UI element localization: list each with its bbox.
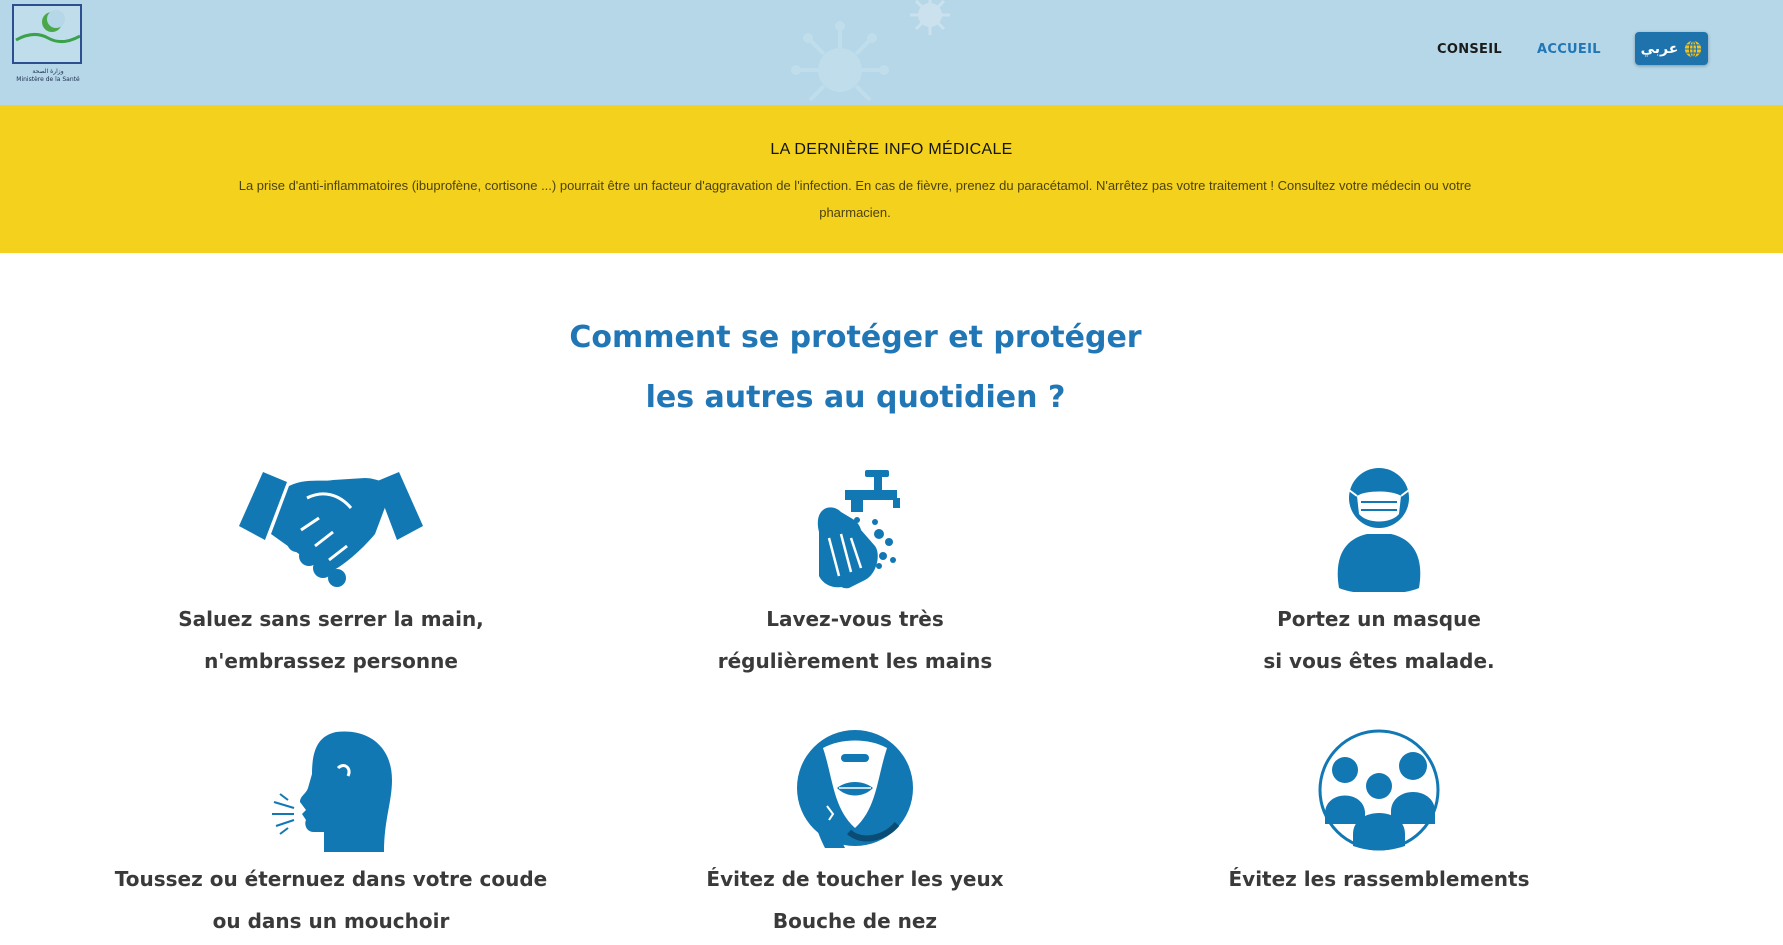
medical-info-banner: LA DERNIÈRE INFO MÉDICALE La prise d'ant…: [0, 105, 1783, 253]
tip-label-line1: Portez un masque: [1277, 607, 1481, 631]
tip-label-line2: régulièrement les mains: [717, 649, 993, 673]
tip-label-line2: Bouche de nez: [772, 909, 938, 933]
logo-caption-ar: وزارة الصحة: [32, 68, 64, 75]
tip-label: Portez un masque si vous êtes malade.: [1139, 598, 1619, 682]
tip-label: Toussez ou éternuez dans votre coude ou …: [91, 858, 571, 942]
ministry-logo[interactable]: وزارة الصحة Ministère de la Santé: [8, 2, 88, 96]
logo-caption: وزارة الصحة Ministère de la Santé: [8, 68, 88, 84]
site-header: وزارة الصحة Ministère de la Santé CONSEI…: [0, 0, 1783, 105]
nav-link-accueil[interactable]: ACCUEIL: [1537, 42, 1601, 57]
tip-label-line2: ou dans un mouchoir: [212, 909, 450, 933]
banner-text: La prise d'anti-inflammatoires (ibuprofè…: [238, 178, 1472, 220]
tip-label-line1: Lavez-vous très: [766, 607, 944, 631]
face-mask-icon: [1337, 468, 1421, 592]
tip-label: Évitez les rassemblements: [1139, 858, 1619, 900]
page-heading-line1: Comment se protéger et protéger: [569, 320, 1142, 355]
nav-link-conseil[interactable]: CONSEIL: [1437, 42, 1502, 57]
page-heading: Comment se protéger et protéger les autr…: [0, 308, 1711, 428]
language-button-label: عربي: [1640, 40, 1679, 57]
tip-label-line1: Évitez les rassemblements: [1228, 867, 1530, 891]
handwashing-icon: [817, 470, 900, 589]
tip-card: Évitez de toucher les yeux Bouche de nez: [615, 728, 1095, 933]
banner-title: LA DERNIÈRE INFO MÉDICALE: [770, 141, 1013, 158]
tip-label: Lavez-vous très régulièrement les mains: [615, 598, 1095, 682]
tip-label-line2: n'embrassez personne: [204, 649, 458, 673]
language-button[interactable]: عربي: [1635, 32, 1708, 65]
tip-card: Saluez sans serrer la main, n'embrassez …: [91, 468, 571, 673]
logo-caption-fr: Ministère de la Santé: [16, 76, 80, 83]
crescent-icon: [15, 10, 81, 43]
tip-card: Lavez-vous très régulièrement les mains: [615, 468, 1095, 673]
tip-card: Toussez ou éternuez dans votre coude ou …: [91, 728, 571, 933]
no-touch-face-icon: [797, 730, 913, 848]
logo-frame: [12, 4, 82, 64]
tip-label-line2: si vous êtes malade.: [1263, 649, 1495, 673]
virus-decoration-icon: [910, 0, 950, 35]
tip-card: Portez un masque si vous êtes malade.: [1139, 468, 1619, 673]
page-heading-line2: les autres au quotidien ?: [645, 380, 1066, 415]
handshake-icon: [239, 472, 423, 587]
virus-decoration-icon: [791, 21, 889, 102]
tip-label-line1: Évitez de toucher les yeux: [706, 867, 1004, 891]
tip-label: Saluez sans serrer la main, n'embrassez …: [91, 598, 571, 682]
tip-label-line1: Toussez ou éternuez dans votre coude: [114, 867, 548, 891]
tip-label: Évitez de toucher les yeux Bouche de nez: [615, 858, 1095, 942]
globe-icon: [1685, 39, 1702, 58]
crowd-icon: [1318, 729, 1440, 851]
cough-elbow-icon: [272, 731, 392, 852]
tip-card: Évitez les rassemblements: [1139, 728, 1619, 891]
tip-label-line1: Saluez sans serrer la main,: [178, 607, 484, 631]
